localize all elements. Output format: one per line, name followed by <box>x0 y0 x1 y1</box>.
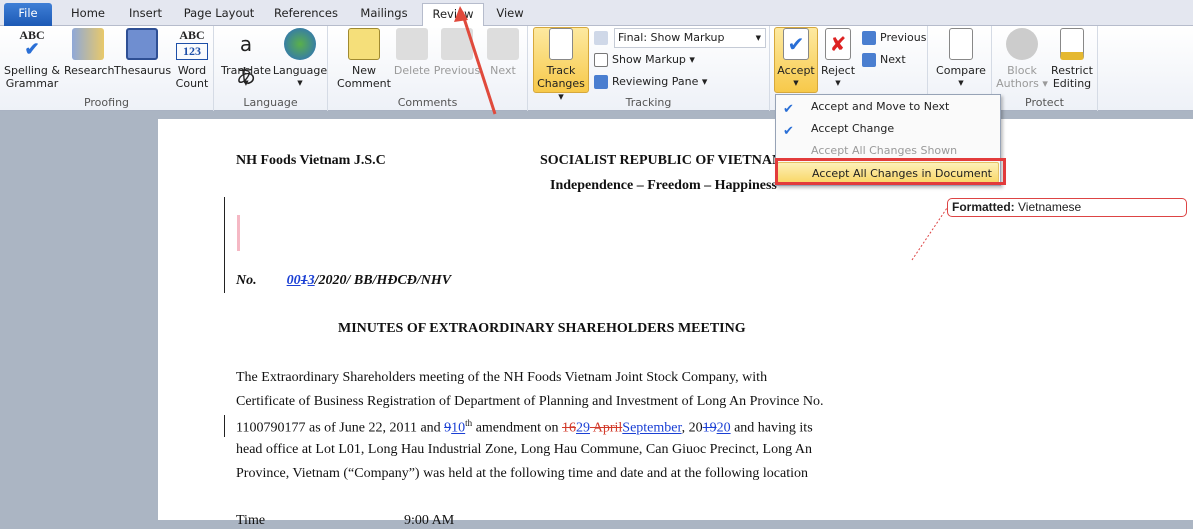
comment-connector <box>911 207 948 261</box>
highlight-box <box>775 158 1006 185</box>
menu-item-accept-and-move-next[interactable]: ✔ Accept and Move to Next <box>777 96 999 117</box>
accept-icon: ✔ <box>783 124 794 139</box>
menu-item-accept-change[interactable]: ✔ Accept Change <box>777 118 999 139</box>
red-arrow <box>460 11 497 115</box>
accept-icon: ✔ <box>783 102 794 117</box>
comment-balloon[interactable]: Formatted: Vietnamese <box>947 198 1187 217</box>
arrow-head-icon <box>454 6 468 22</box>
annotation-overlay <box>454 6 948 261</box>
